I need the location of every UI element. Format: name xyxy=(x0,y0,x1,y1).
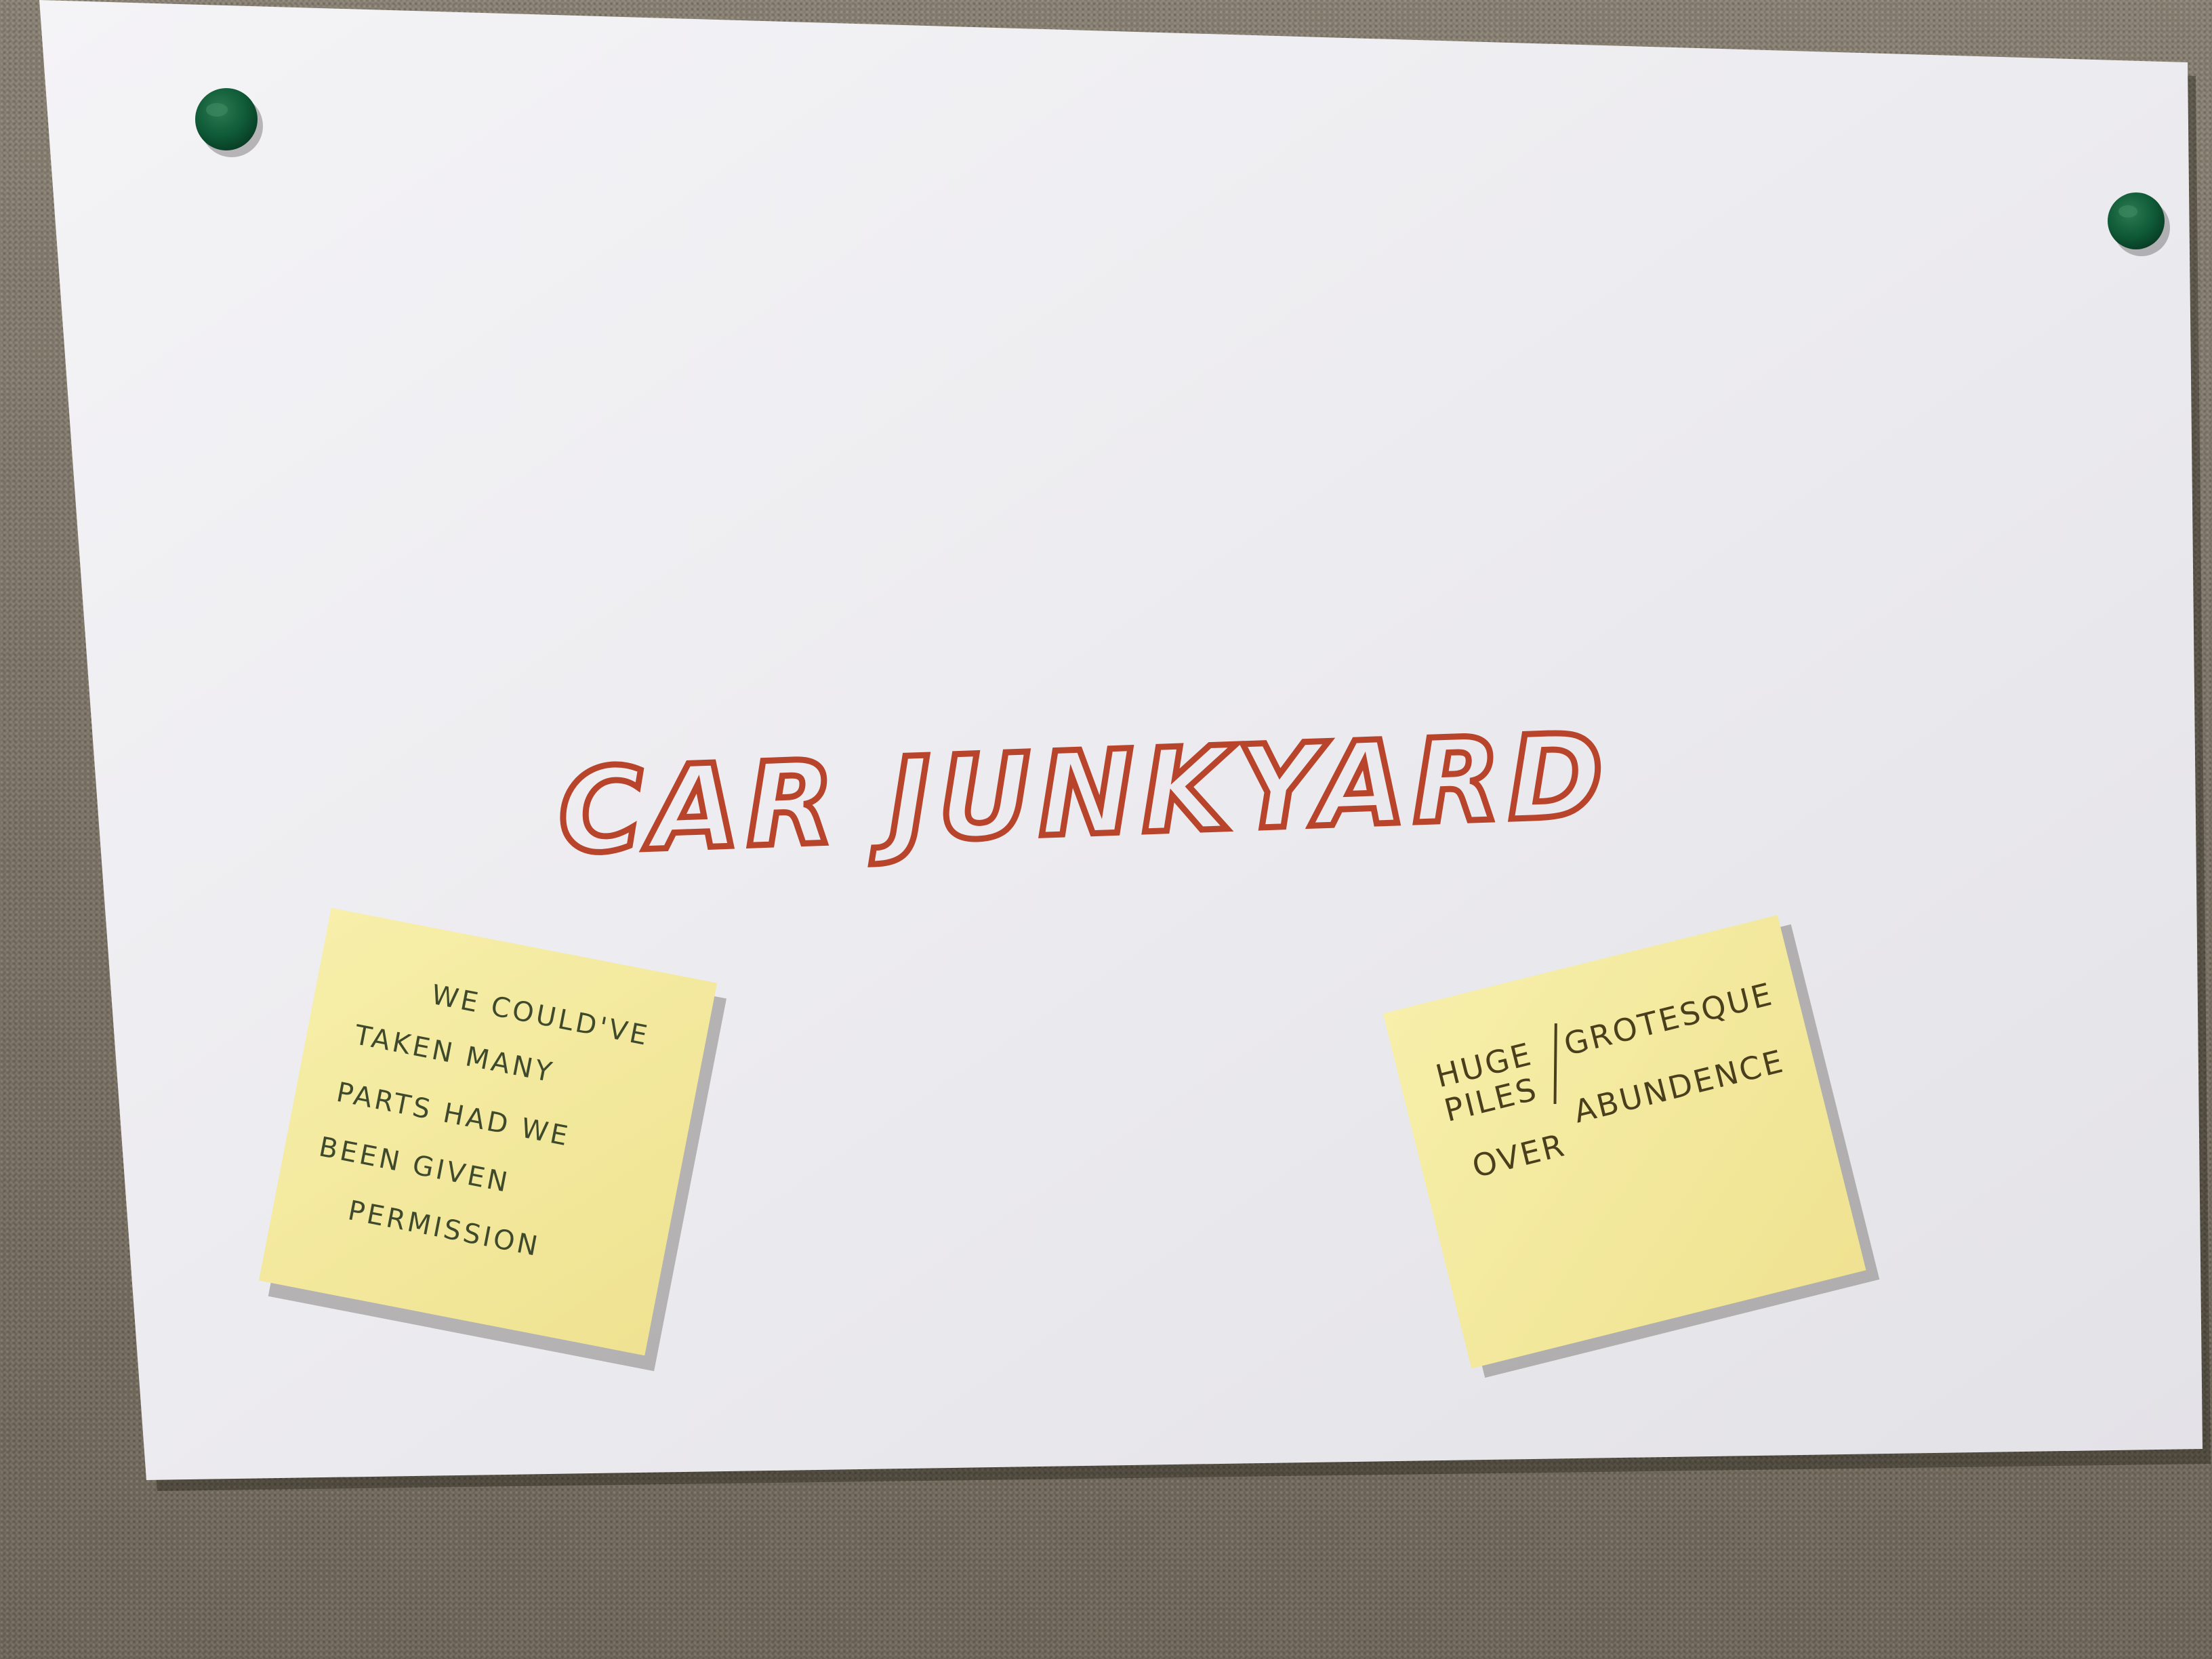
photo-scene: CAR JUNKYARD WE COULD'VE TAKEN MANY PART… xyxy=(39,0,2211,1491)
left-sticky-note: WE COULD'VE TAKEN MANY PARTS HAD WE BEEN… xyxy=(258,907,726,1372)
